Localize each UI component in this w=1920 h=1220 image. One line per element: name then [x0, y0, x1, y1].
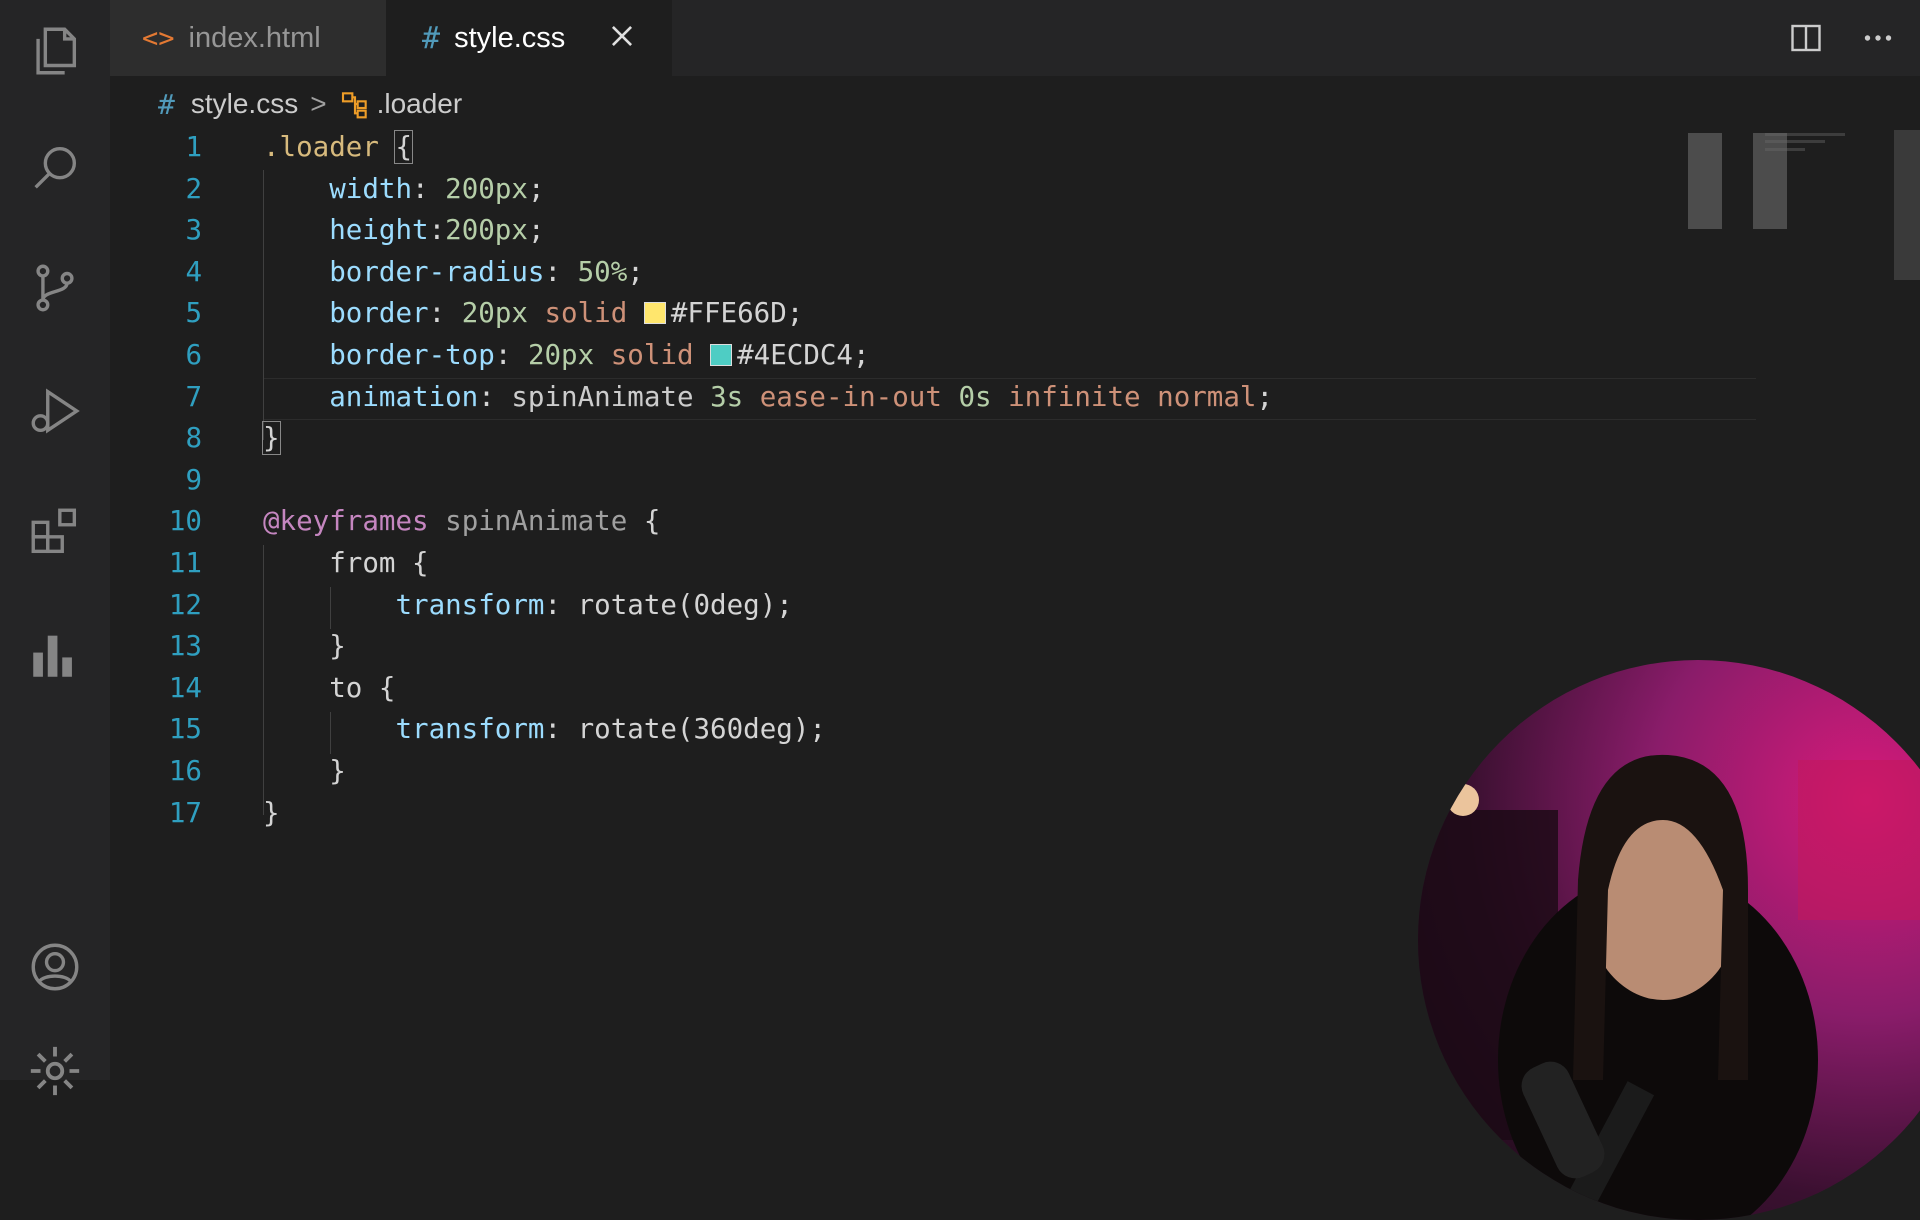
- breadcrumb: # style.css > .loader: [158, 84, 462, 124]
- more-actions-icon[interactable]: [1856, 16, 1900, 60]
- presenter-photo: [1418, 754, 1920, 1220]
- line-number: 2: [185, 172, 202, 205]
- css-value: 200px: [445, 172, 528, 205]
- tab-index-html[interactable]: <> index.html: [110, 0, 386, 76]
- minimap-line: [1765, 133, 1845, 136]
- css-value: rotate(360deg): [577, 713, 810, 746]
- line-number: 11: [168, 546, 202, 579]
- css-property: border: [329, 297, 429, 330]
- css-keyword: solid: [610, 338, 694, 371]
- css-identifier: spinAnimate: [445, 505, 628, 538]
- css-identifier: spinAnimate: [511, 380, 694, 413]
- css-value: 0s: [958, 380, 992, 413]
- css-color: #4ECDC4: [737, 338, 853, 371]
- line-number: 8: [185, 422, 202, 455]
- css-value: 50%: [577, 255, 628, 288]
- tab-label: style.css: [454, 21, 566, 54]
- css-property: height: [329, 214, 429, 247]
- line-number: 9: [185, 463, 202, 496]
- css-keyword: infinite: [1008, 380, 1141, 413]
- extensions-icon[interactable]: [24, 501, 86, 563]
- html-file-icon: <>: [142, 22, 175, 54]
- tab-label: index.html: [188, 21, 321, 54]
- css-property: border-top: [329, 338, 495, 371]
- keyframe-selector: to: [329, 671, 363, 704]
- breadcrumb-file[interactable]: style.css: [191, 88, 298, 120]
- files-icon[interactable]: [24, 20, 86, 82]
- tab-bar: <> index.html # style.css: [110, 0, 1920, 76]
- css-property: width: [329, 172, 413, 205]
- line-number: 17: [168, 796, 202, 829]
- css-property: animation: [329, 380, 479, 413]
- minimap-line: [1765, 140, 1825, 143]
- css-keyword: solid: [544, 297, 628, 330]
- breadcrumb-symbol[interactable]: .loader: [377, 88, 463, 120]
- split-editor-icon[interactable]: [1784, 16, 1828, 60]
- activity-bar: [0, 0, 110, 1096]
- css-file-icon: #: [422, 20, 441, 56]
- css-keyword: normal: [1157, 380, 1257, 413]
- css-value: 20px: [461, 297, 528, 330]
- line-number: 5: [185, 297, 202, 330]
- css-keyword: ease-in-out: [759, 380, 942, 413]
- source-control-icon[interactable]: [24, 257, 86, 319]
- keyframe-selector: from: [329, 546, 396, 579]
- webcam-overlay: [1418, 660, 1920, 1220]
- selector: .loader: [263, 131, 379, 163]
- close-icon[interactable]: [602, 16, 642, 56]
- editor-actions: [1750, 0, 1920, 76]
- minimap-slider: [1688, 133, 1722, 229]
- chart-icon[interactable]: [24, 624, 86, 686]
- line-number: 14: [168, 671, 202, 704]
- line-number: 7: [185, 380, 202, 413]
- line-number: 6: [185, 338, 202, 371]
- search-icon[interactable]: [24, 137, 86, 199]
- css-value: 20px: [527, 338, 595, 371]
- line-number: 10: [168, 505, 202, 538]
- line-number: 16: [168, 754, 202, 787]
- minimap-line: [1765, 148, 1805, 151]
- run-debug-icon[interactable]: [24, 380, 86, 442]
- css-color: #FFE66D: [670, 297, 787, 330]
- css-value: 200px: [445, 214, 528, 247]
- settings-gear-icon[interactable]: [24, 1040, 86, 1102]
- symbol-class-icon: [339, 88, 371, 120]
- color-swatch[interactable]: [643, 302, 666, 325]
- css-at-rule: @keyframes: [263, 505, 429, 538]
- chevron-right-icon: >: [310, 88, 327, 119]
- css-property: border-radius: [329, 255, 545, 288]
- tab-style-css[interactable]: # style.css: [386, 0, 672, 76]
- css-property: transform: [395, 713, 545, 746]
- line-number: 1: [185, 131, 202, 163]
- line-number: 12: [168, 588, 202, 621]
- vertical-scrollbar[interactable]: [1894, 130, 1920, 280]
- color-swatch[interactable]: [710, 343, 733, 366]
- css-value: 3s: [710, 380, 744, 413]
- css-property: transform: [395, 588, 545, 621]
- account-icon[interactable]: [24, 936, 86, 998]
- line-number: 13: [168, 630, 202, 663]
- line-number: 4: [185, 255, 202, 288]
- line-number: 3: [185, 214, 202, 247]
- line-number: 15: [168, 713, 202, 746]
- css-value: rotate(0deg): [577, 588, 777, 621]
- css-file-icon: #: [158, 87, 175, 121]
